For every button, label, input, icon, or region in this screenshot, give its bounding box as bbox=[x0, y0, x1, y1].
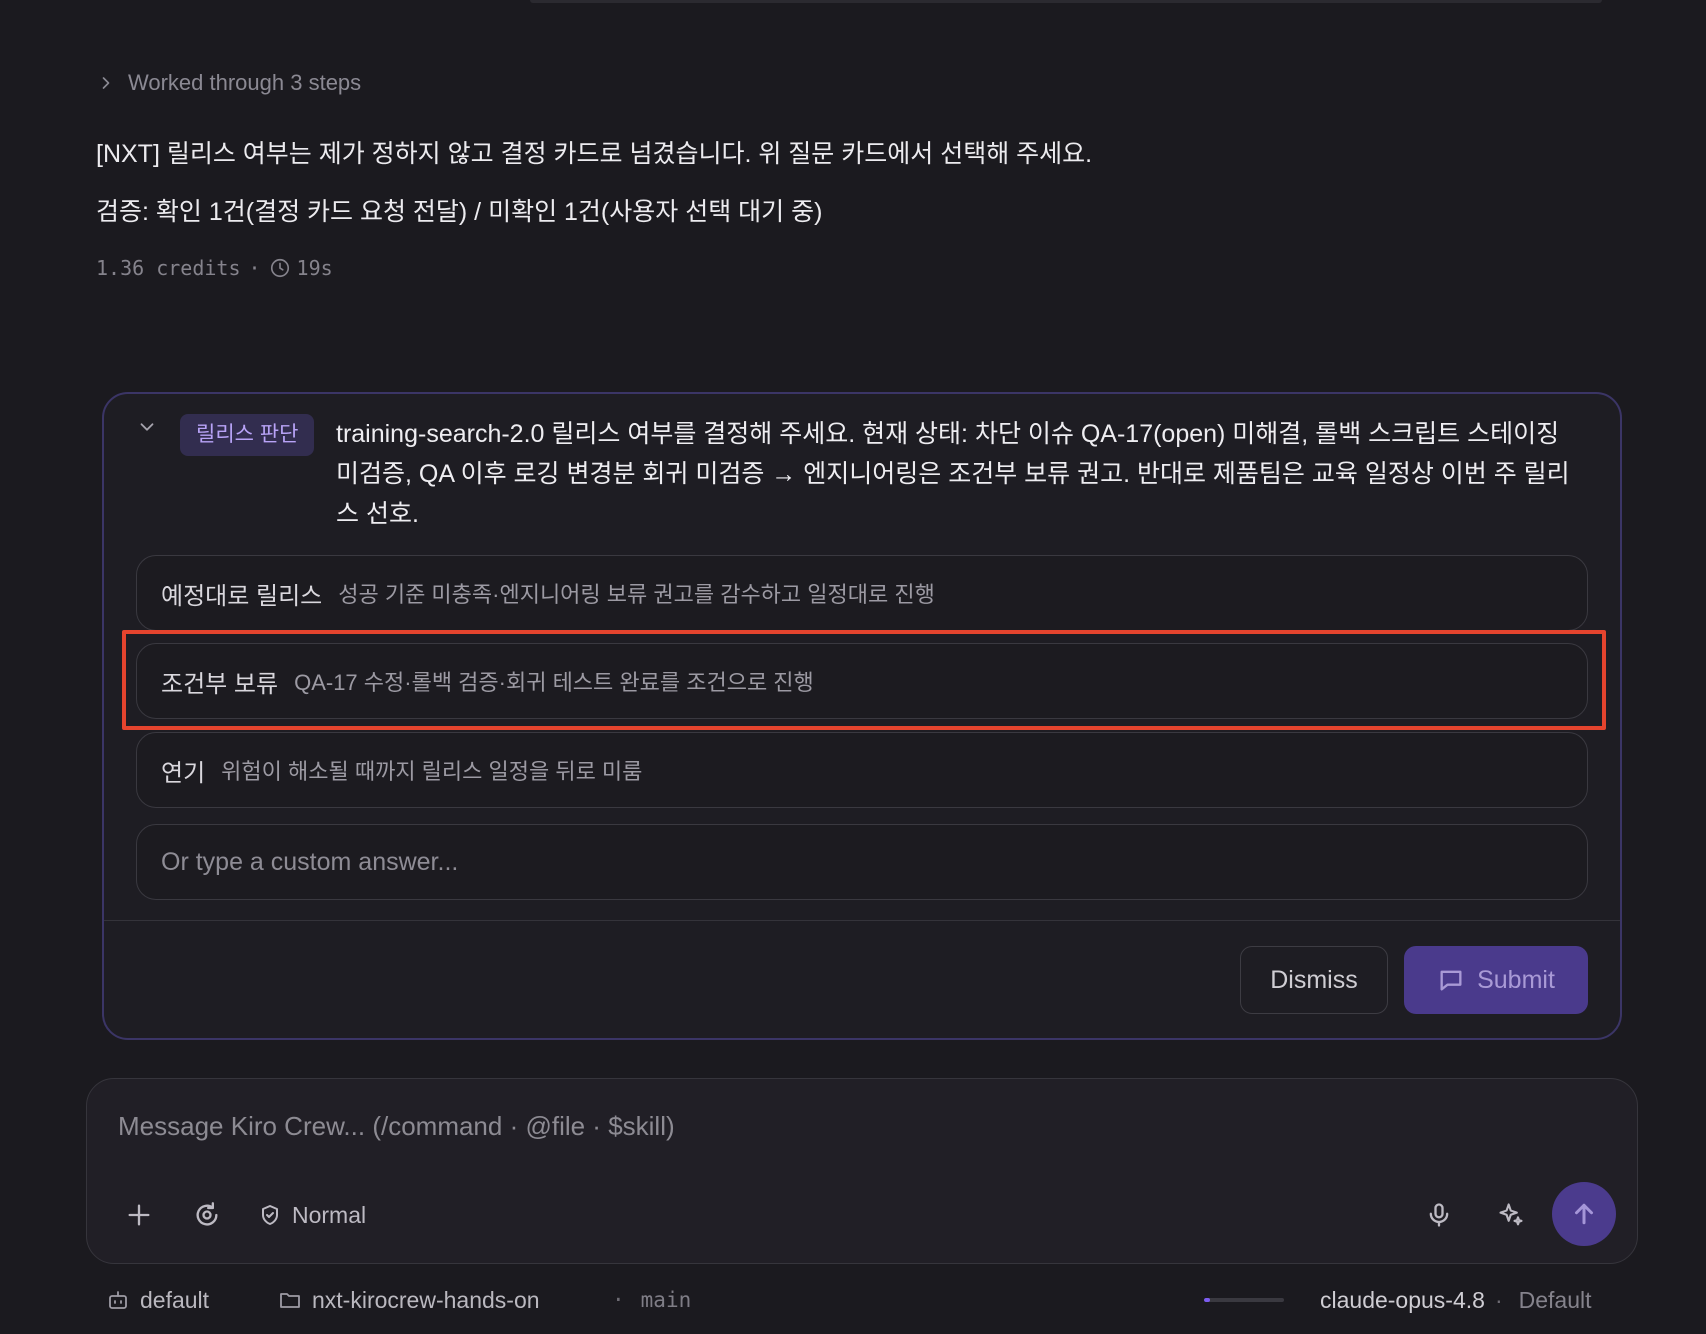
duration: 19s bbox=[269, 256, 333, 280]
attach-button[interactable] bbox=[116, 1192, 162, 1238]
branch-separator: · bbox=[612, 1288, 625, 1312]
profile-label: Default bbox=[1518, 1286, 1592, 1313]
previous-card-edge bbox=[530, 0, 1602, 3]
message-square-icon bbox=[1440, 970, 1462, 991]
mode-selector[interactable]: Normal bbox=[258, 1196, 366, 1234]
chevron-down-icon[interactable] bbox=[136, 416, 158, 438]
meta-separator: · bbox=[248, 256, 261, 280]
message-input[interactable] bbox=[118, 1104, 1598, 1148]
branch-selector[interactable]: · main bbox=[612, 1282, 691, 1318]
agent-selector[interactable]: default bbox=[106, 1282, 209, 1318]
option-label: 연기 bbox=[161, 759, 206, 787]
chevron-right-icon bbox=[102, 77, 110, 89]
decision-badge: 릴리스 판단 bbox=[180, 414, 315, 456]
mode-label: Normal bbox=[292, 1201, 367, 1228]
option-label: 예정대로 릴리스 bbox=[161, 582, 323, 610]
plus-icon bbox=[128, 1204, 150, 1226]
decision-option-release[interactable]: 예정대로 릴리스 성공 기준 미충족·엔지니어링 보류 권고를 감수하고 일정대… bbox=[136, 555, 1588, 631]
decision-option-postpone[interactable]: 연기 위험이 해소될 때까지 릴리스 일정을 뒤로 미룸 bbox=[136, 732, 1588, 808]
repo-selector[interactable]: nxt-kirocrew-hands-on bbox=[278, 1282, 540, 1318]
folder-icon bbox=[280, 1293, 300, 1308]
assistant-message-line: 검증: 확인 1건(결정 카드 요청 전달) / 미확인 1건(사용자 선택 대… bbox=[96, 198, 823, 226]
assistant-message-line: [NXT] 릴리스 여부는 제가 정하지 않고 결정 카드로 넘겼습니다. 위 … bbox=[96, 140, 1093, 168]
microphone-icon bbox=[1429, 1203, 1449, 1227]
context-usage-bar bbox=[1204, 1298, 1284, 1302]
context-usage-fill bbox=[1204, 1298, 1211, 1302]
message-meta: 1.36 credits · 19s bbox=[96, 254, 333, 282]
model-selector[interactable]: claude-opus-4.8 · Default bbox=[1320, 1282, 1592, 1318]
branch-label: main bbox=[640, 1288, 692, 1312]
repo-label: nxt-kirocrew-hands-on bbox=[312, 1286, 540, 1313]
credits-label: 1.36 credits bbox=[96, 256, 241, 280]
decision-question: training-search-2.0 릴리스 여부를 결정해 주세요. 현재 … bbox=[336, 420, 1570, 528]
custom-answer-input[interactable] bbox=[136, 824, 1588, 900]
option-description: 위험이 해소될 때까지 릴리스 일정을 뒤로 미룸 bbox=[221, 759, 643, 784]
submit-button[interactable]: Submit bbox=[1404, 946, 1588, 1014]
submit-label: Submit bbox=[1477, 965, 1555, 994]
clock-icon bbox=[270, 258, 289, 278]
option-description: 성공 기준 미충족·엔지니어링 보류 권고를 감수하고 일정대로 진행 bbox=[338, 582, 935, 607]
history-button[interactable] bbox=[184, 1192, 230, 1238]
option-description: QA-17 수정·롤백 검증·회귀 테스트 완료를 조건으로 진행 bbox=[294, 670, 814, 695]
decision-option-conditional-hold[interactable]: 조건부 보류 QA-17 수정·롤백 검증·회귀 테스트 완료를 조건으로 진행 bbox=[136, 643, 1588, 719]
enhance-button[interactable] bbox=[1488, 1192, 1534, 1238]
card-divider bbox=[104, 920, 1620, 921]
model-separator: · bbox=[1494, 1286, 1503, 1313]
steps-toggle[interactable]: Worked through 3 steps bbox=[96, 68, 361, 98]
send-button[interactable] bbox=[1552, 1182, 1616, 1246]
dismiss-button[interactable]: Dismiss bbox=[1240, 946, 1388, 1014]
bot-icon bbox=[109, 1291, 127, 1309]
shield-check-icon bbox=[262, 1205, 278, 1225]
voice-button[interactable] bbox=[1416, 1192, 1462, 1238]
rotate-icon bbox=[196, 1202, 218, 1226]
model-label: claude-opus-4.8 bbox=[1320, 1286, 1485, 1313]
steps-label: Worked through 3 steps bbox=[128, 70, 362, 95]
agent-label: default bbox=[140, 1286, 210, 1313]
sparkle-icon bbox=[1499, 1203, 1523, 1226]
duration-label: 19s bbox=[296, 256, 333, 280]
arrow-up-icon bbox=[1575, 1203, 1593, 1225]
app-root: Worked through 3 steps [NXT] 릴리스 여부는 제가 … bbox=[0, 0, 1706, 1334]
option-label: 조건부 보류 bbox=[161, 670, 279, 698]
